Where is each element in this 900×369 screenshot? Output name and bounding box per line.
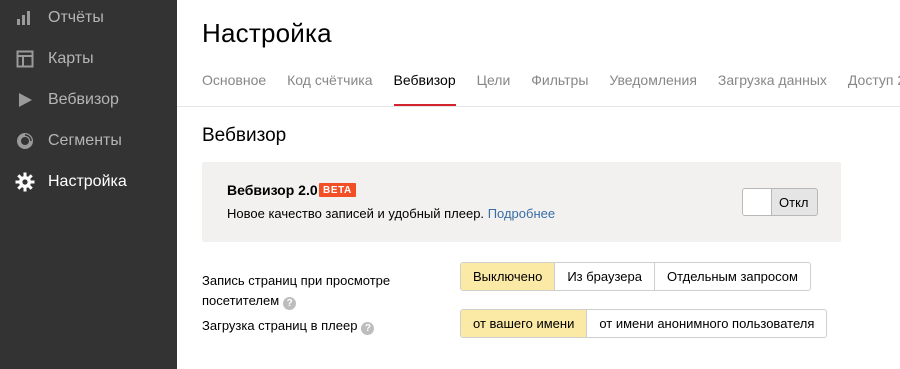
more-link[interactable]: Подробнее bbox=[488, 206, 555, 221]
promo-title: Вебвизор 2.0 bbox=[227, 182, 318, 198]
toggle-knob bbox=[743, 189, 772, 215]
section-title: Вебвизор bbox=[202, 125, 287, 146]
help-icon[interactable]: ? bbox=[283, 297, 297, 310]
help-icon[interactable]: ? bbox=[361, 322, 375, 335]
map-layout-icon bbox=[15, 49, 35, 69]
sidebar: Отчёты Карты Вебвизор Сегменты Настройка bbox=[0, 0, 177, 369]
tab-main[interactable]: Основное bbox=[202, 70, 266, 106]
promo-text: Новое качество записей и удобный плеер. bbox=[227, 206, 485, 221]
settings-tabs: Основное Код счётчика Вебвизор Цели Филь… bbox=[202, 70, 900, 106]
load-pages-label-text: Загрузка страниц в плеер bbox=[202, 318, 358, 333]
beta-badge: BETA bbox=[319, 183, 356, 197]
tab-filters[interactable]: Фильтры bbox=[531, 70, 588, 106]
record-option-off[interactable]: Выключено bbox=[461, 263, 555, 290]
bar-chart-icon bbox=[15, 8, 35, 28]
load-option-anonymous[interactable]: от имени анонимного пользователя bbox=[586, 310, 826, 337]
load-pages-label: Загрузка страниц в плеер? bbox=[202, 316, 375, 336]
sidebar-item-label: Сегменты bbox=[48, 132, 122, 149]
sidebar-item-label: Отчёты bbox=[48, 9, 104, 26]
sidebar-item-reports[interactable]: Отчёты bbox=[0, 0, 177, 36]
sidebar-item-label: Вебвизор bbox=[48, 91, 119, 108]
sidebar-item-segments[interactable]: Сегменты bbox=[0, 123, 177, 159]
webvisor-2-promo: Вебвизор 2.0 BETA Новое качество записей… bbox=[202, 162, 841, 242]
sidebar-item-label: Настройка bbox=[48, 173, 127, 190]
tab-counter-code[interactable]: Код счётчика bbox=[287, 70, 372, 106]
tab-notifications[interactable]: Уведомления bbox=[609, 70, 697, 106]
load-pages-selector: от вашего имени от имени анонимного поль… bbox=[460, 309, 828, 338]
promo-description: Новое качество записей и удобный плеер. … bbox=[227, 206, 555, 221]
record-option-from-browser[interactable]: Из браузера bbox=[554, 263, 654, 290]
toggle-label: Откл bbox=[779, 195, 809, 210]
record-option-separate-request[interactable]: Отдельным запросом bbox=[654, 263, 810, 290]
load-option-your-name[interactable]: от вашего имени bbox=[461, 310, 587, 337]
sidebar-item-maps[interactable]: Карты bbox=[0, 41, 177, 77]
record-pages-label-line2: посетителем bbox=[202, 293, 280, 308]
sidebar-item-webvisor[interactable]: Вебвизор bbox=[0, 82, 177, 118]
tab-goals[interactable]: Цели bbox=[477, 70, 511, 106]
tab-access[interactable]: Доступ 2 bbox=[848, 70, 900, 106]
sidebar-item-settings[interactable]: Настройка bbox=[0, 164, 177, 200]
play-icon bbox=[15, 90, 35, 110]
page-title: Настройка bbox=[202, 18, 332, 48]
record-pages-label: Запись страниц при просмотре посетителем… bbox=[202, 271, 390, 311]
webvisor-2-toggle[interactable]: Откл bbox=[742, 188, 818, 216]
segments-ring-icon bbox=[15, 131, 35, 151]
tab-data-upload[interactable]: Загрузка данных bbox=[718, 70, 827, 106]
tabs-divider bbox=[177, 106, 900, 107]
record-pages-label-line1: Запись страниц при просмотре bbox=[202, 273, 391, 288]
tab-webvisor[interactable]: Вебвизор bbox=[393, 70, 456, 106]
sidebar-item-label: Карты bbox=[48, 50, 94, 67]
record-pages-selector: Выключено Из браузера Отдельным запросом bbox=[460, 262, 811, 291]
gear-icon bbox=[15, 172, 35, 192]
